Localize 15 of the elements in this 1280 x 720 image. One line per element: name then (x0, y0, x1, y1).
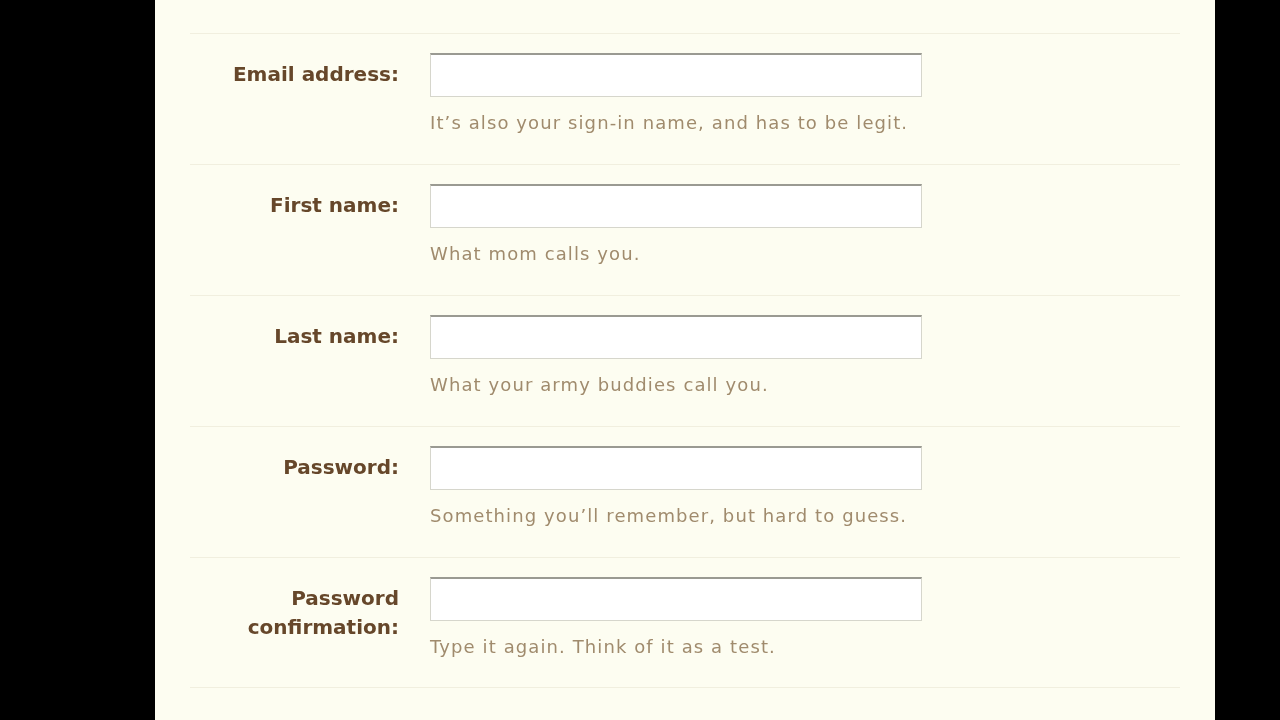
field-hint: What mom calls you. (430, 243, 641, 264)
field-hint: It’s also your sign-in name, and has to be legit. (430, 112, 909, 133)
field-label: Password confirmation: (247, 586, 399, 639)
field-hint: Type it again. Think of it as a test. (430, 636, 776, 657)
input-field[interactable] (430, 315, 922, 359)
field-label: First name: (270, 193, 399, 217)
input-field[interactable] (430, 577, 922, 621)
field-hint: What your army buddies call you. (430, 374, 769, 395)
field-label: Email address: (232, 62, 399, 86)
field-hint: Something you’ll remember, but hard to guess. (430, 505, 908, 526)
input-field[interactable] (430, 184, 922, 228)
field-label: Last name: (274, 324, 399, 348)
field-label: Password: (283, 455, 399, 479)
input-field[interactable] (430, 446, 922, 490)
input-field[interactable] (430, 53, 922, 97)
